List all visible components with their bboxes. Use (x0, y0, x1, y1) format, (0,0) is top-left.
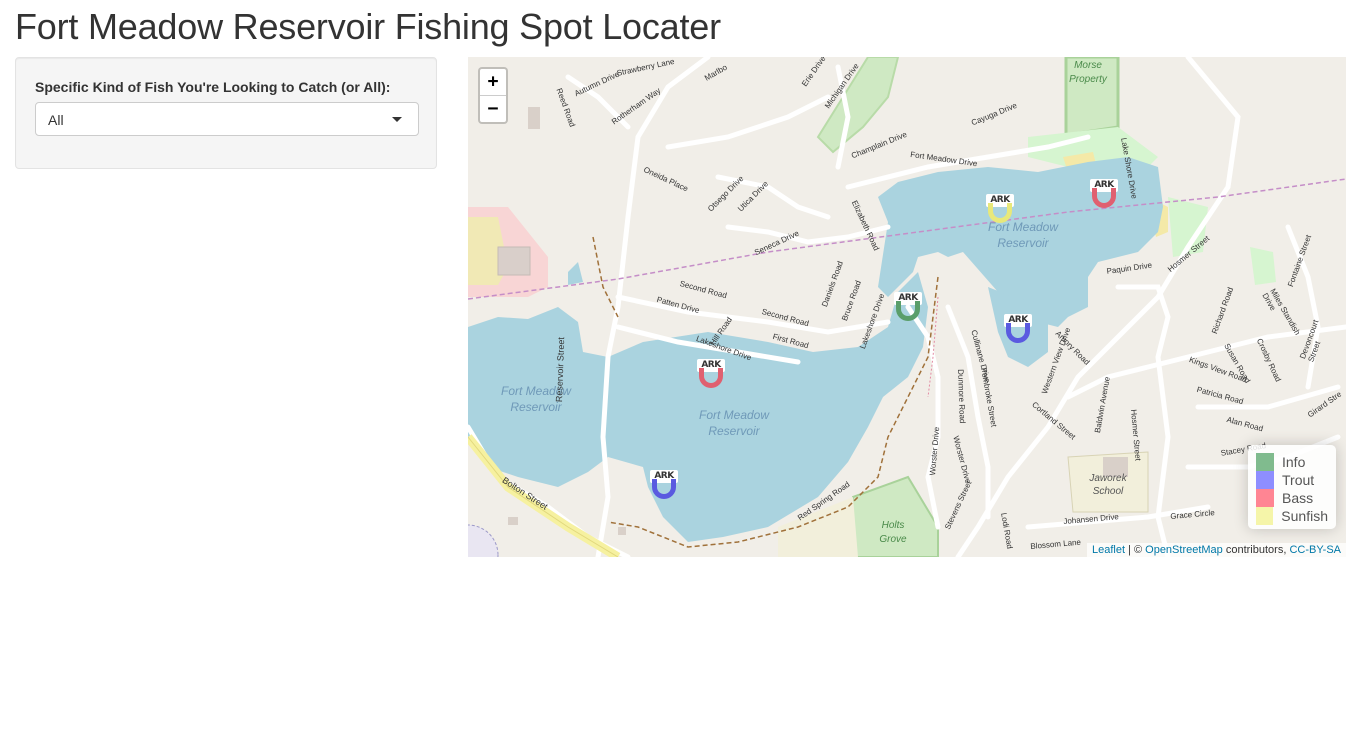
fish-type-select-value: All (48, 112, 64, 128)
legend-item-bass: Bass (1256, 489, 1328, 507)
legend-label: Trout (1282, 472, 1315, 488)
park-label: Property (1069, 74, 1107, 85)
attribution-sep: | © (1125, 544, 1146, 556)
license-link[interactable]: CC-BY-SA (1289, 544, 1341, 556)
map-attribution: Leaflet | © OpenStreetMap contributors, … (1086, 543, 1346, 557)
park-label: Holts (881, 520, 905, 531)
legend-item-sunfish: Sunfish (1256, 507, 1328, 525)
zoom-in-button[interactable]: + (480, 69, 506, 96)
street-label: Dunmore Road (956, 369, 967, 424)
legend-item-info: Info (1256, 453, 1328, 471)
legend-swatch (1256, 471, 1274, 489)
fishing-spot-marker-bass[interactable]: ARK (697, 359, 725, 389)
legend-item-trout: Trout (1256, 471, 1328, 489)
legend-label: Bass (1282, 490, 1314, 506)
water-label: Reservoir (997, 236, 1049, 250)
legend-swatch (1256, 507, 1274, 525)
fishing-spot-marker-trout[interactable]: ARK (1004, 314, 1032, 344)
fishing-spot-marker-sunfish[interactable]: ARK (986, 194, 1014, 224)
fishing-spot-marker-trout[interactable]: ARK (650, 470, 678, 500)
leaflet-link[interactable]: Leaflet (1092, 544, 1125, 556)
legend-swatch (1256, 453, 1274, 471)
fish-type-select[interactable]: All (35, 102, 419, 136)
legend-swatch (1256, 489, 1274, 507)
filter-panel: Specific Kind of Fish You're Looking to … (15, 57, 437, 169)
osm-link[interactable]: OpenStreetMap (1145, 544, 1223, 556)
park-label: Grove (879, 534, 907, 545)
fish-type-label: Specific Kind of Fish You're Looking to … (35, 79, 391, 95)
fishing-spot-marker-info[interactable]: ARK (894, 292, 922, 322)
water-label: Fort Meadow (698, 408, 770, 422)
legend-label: Info (1282, 454, 1306, 470)
zoom-control: + − (478, 67, 508, 124)
fishing-spot-marker-bass[interactable]: ARK (1090, 179, 1118, 209)
map-legend: Info Trout Bass Sunfish (1248, 445, 1336, 529)
zoom-out-button[interactable]: − (480, 96, 506, 122)
map[interactable]: Fort Meadow Reservoir Fort Meadow Reserv… (468, 57, 1346, 557)
attribution-text: contributors, (1222, 544, 1290, 556)
school-label: School (1092, 486, 1124, 497)
page-title: Fort Meadow Reservoir Fishing Spot Locat… (15, 6, 721, 47)
park-label: Morse (1074, 60, 1102, 71)
water-label: Reservoir (708, 424, 760, 438)
legend-label: Sunfish (1281, 508, 1328, 524)
school-label: Jaworek (1089, 473, 1127, 484)
chevron-down-icon (392, 117, 402, 122)
